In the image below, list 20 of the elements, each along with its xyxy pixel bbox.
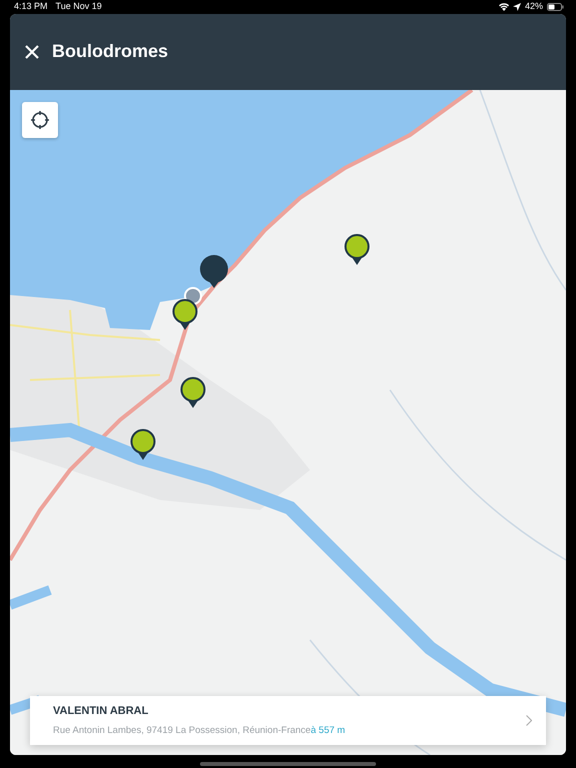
map-pin[interactable] xyxy=(171,298,199,330)
close-icon xyxy=(24,44,40,60)
location-arrow-icon xyxy=(512,3,521,11)
result-card[interactable]: VALENTIN ABRAL Rue Antonin Lambes, 97419 La Possession, Réunion-Franceà 557 m xyxy=(30,696,546,745)
chevron-right-icon xyxy=(526,715,532,726)
battery-percentage: 42% xyxy=(524,0,543,14)
status-date: Tue Nov 19 xyxy=(56,0,102,14)
wifi-icon xyxy=(498,3,509,11)
map-pin[interactable] xyxy=(179,376,207,408)
status-time: 4:13 PM xyxy=(14,0,48,14)
place-distance: à 557 m xyxy=(310,724,346,736)
place-name: VALENTIN ABRAL xyxy=(53,704,150,720)
crosshair-icon xyxy=(30,110,50,130)
map-pin[interactable] xyxy=(129,428,157,460)
locate-button[interactable] xyxy=(22,102,58,138)
place-address: Rue Antonin Lambes, 97419 La Possession, Réunion-France xyxy=(53,724,311,736)
battery-icon xyxy=(547,3,564,11)
map-pin[interactable] xyxy=(343,233,371,265)
screen-title: Boulodromes xyxy=(52,41,168,63)
selected-map-pin[interactable] xyxy=(199,254,229,288)
